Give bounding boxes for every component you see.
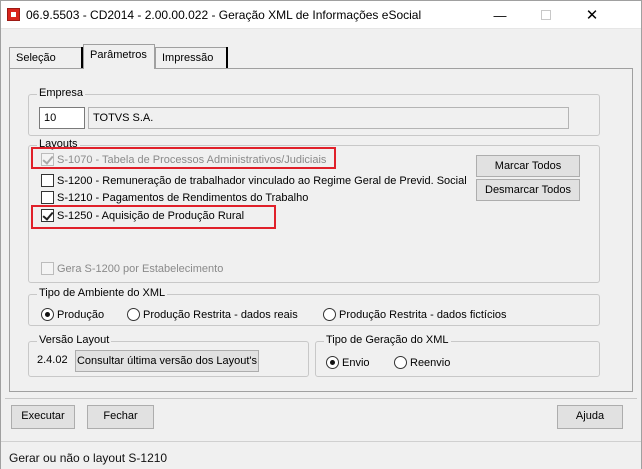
- checkbox-label: Gera S-1200 por Estabelecimento: [57, 262, 224, 275]
- footer-separator: [5, 398, 637, 399]
- window-title: 06.9.5503 - CD2014 - 2.00.00.022 - Geraç…: [26, 8, 422, 22]
- minimize-button[interactable]: —: [477, 1, 523, 29]
- minimize-icon: —: [493, 7, 507, 23]
- radio-button[interactable]: [326, 356, 339, 369]
- radio-button[interactable]: [41, 308, 54, 321]
- radio-button[interactable]: [394, 356, 407, 369]
- main-window: 06.9.5503 - CD2014 - 2.00.00.022 - Geraç…: [0, 0, 642, 469]
- checkbox-box[interactable]: [41, 191, 54, 204]
- tab-parametros[interactable]: Parâmetros: [83, 44, 155, 69]
- ambiente-group: Tipo de Ambiente do XML: [28, 287, 600, 326]
- radio-producao[interactable]: Produção: [41, 308, 104, 321]
- layout-s1210-checkbox[interactable]: S-1210 - Pagamentos de Rendimentos do Tr…: [41, 191, 308, 204]
- tab-label: Seleção: [16, 52, 56, 64]
- status-bar: Gerar ou não o layout S-1210: [1, 441, 641, 469]
- desmarcar-todos-button[interactable]: Desmarcar Todos: [476, 179, 580, 201]
- radio-label: Produção Restrita - dados fictícios: [339, 308, 507, 321]
- app-icon: [7, 8, 20, 21]
- radio-reenvio[interactable]: Reenvio: [394, 356, 450, 369]
- highlight-box-s1070: [31, 147, 336, 169]
- geracao-group-label: Tipo de Geração do XML: [324, 334, 451, 346]
- close-button[interactable]: ✕: [569, 1, 615, 29]
- highlight-box-s1250: [31, 205, 276, 229]
- radio-producao-restrita-reais[interactable]: Produção Restrita - dados reais: [127, 308, 298, 321]
- radio-label: Produção: [57, 308, 105, 321]
- consultar-versao-button[interactable]: Consultar última versão dos Layout's: [75, 350, 259, 372]
- status-text: Gerar ou não o layout S-1210: [9, 451, 168, 465]
- tab-selecao[interactable]: Seleção: [9, 47, 83, 69]
- fechar-button[interactable]: Fechar: [87, 405, 154, 429]
- radio-button[interactable]: [323, 308, 336, 321]
- gera-estabelecimento-checkbox: Gera S-1200 por Estabelecimento: [41, 262, 223, 275]
- tab-divider: [226, 47, 228, 69]
- checkbox-box: [41, 262, 54, 275]
- radio-envio[interactable]: Envio: [326, 356, 370, 369]
- radio-producao-restrita-ficticios[interactable]: Produção Restrita - dados fictícios: [323, 308, 507, 321]
- checkbox-box[interactable]: [41, 174, 54, 187]
- layout-s1200-checkbox[interactable]: S-1200 - Remuneração de trabalhador vinc…: [41, 174, 467, 187]
- radio-label: Envio: [342, 356, 370, 369]
- executar-button[interactable]: Executar: [11, 405, 75, 429]
- maximize-icon: [541, 10, 551, 20]
- marcar-todos-button[interactable]: Marcar Todos: [476, 155, 580, 177]
- empresa-code-input[interactable]: 10: [39, 107, 85, 129]
- maximize-button: [523, 1, 569, 29]
- versao-value: 2.4.02: [37, 354, 68, 366]
- versao-group-label: Versão Layout: [37, 334, 112, 346]
- empresa-group-label: Empresa: [37, 87, 86, 99]
- empresa-name-field: TOTVS S.A.: [88, 107, 569, 129]
- title-bar[interactable]: 06.9.5503 - CD2014 - 2.00.00.022 - Geraç…: [1, 1, 641, 29]
- tab-label: Parâmetros: [90, 49, 147, 61]
- close-icon: ✕: [585, 7, 599, 24]
- radio-label: Produção Restrita - dados reais: [143, 308, 298, 321]
- checkbox-label: S-1210 - Pagamentos de Rendimentos do Tr…: [57, 191, 309, 204]
- ajuda-button[interactable]: Ajuda: [557, 405, 623, 429]
- tab-label: Impressão: [162, 52, 214, 64]
- radio-button[interactable]: [127, 308, 140, 321]
- ambiente-group-label: Tipo de Ambiente do XML: [37, 287, 168, 299]
- checkbox-label: S-1200 - Remuneração de trabalhador vinc…: [57, 174, 467, 187]
- radio-label: Reenvio: [410, 356, 451, 369]
- tab-impressao[interactable]: Impressão: [155, 47, 227, 69]
